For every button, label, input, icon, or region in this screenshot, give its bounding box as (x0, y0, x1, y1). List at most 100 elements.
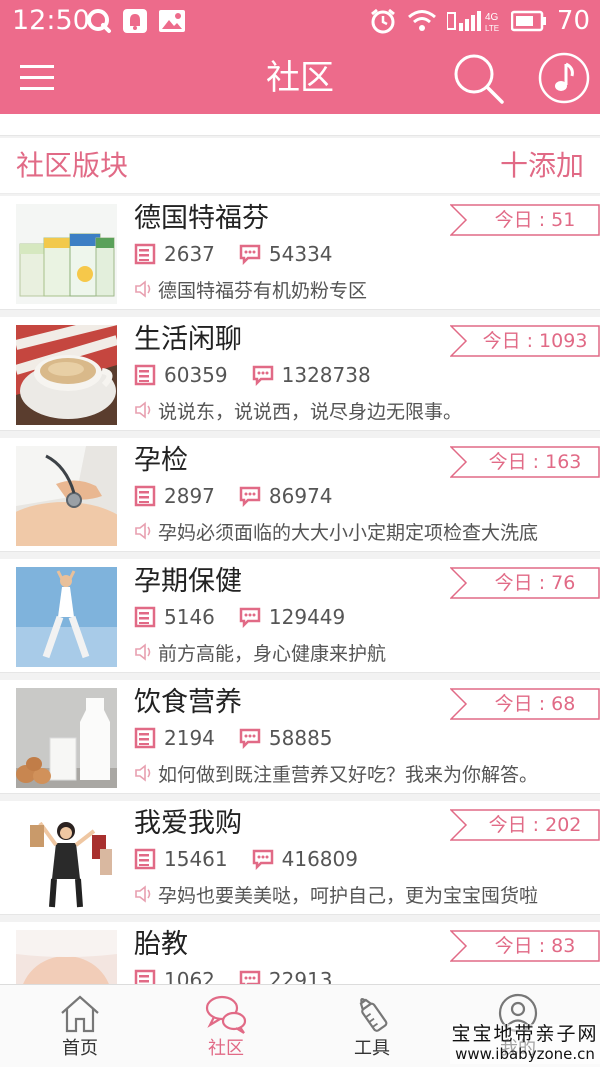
forum-desc-text: 说说东，说说西，说尽身边无限事。 (158, 400, 463, 423)
forum-item-nutrition[interactable]: 饮食营养 2194 58885 如何做到既注重营养又好吃？我来为你解答。 今日 … (0, 680, 600, 794)
speaker-icon (135, 401, 151, 419)
pregnant-belly-image (16, 930, 117, 984)
comments-count: 129449 (268, 605, 346, 629)
search-icon (454, 54, 504, 104)
yoga-woman-image (16, 567, 117, 667)
forum-item-prenatal-check[interactable]: 孕检 2897 86974 孕妈必须面临的大大小小定期定项检查大洗底 今日 : … (0, 438, 600, 552)
today-count: 今日 : 51 (494, 209, 576, 231)
forum-item-tefufen[interactable]: 德国特福芬 2637 54334 德国特福芬有机奶粉专区 今日 : 51 (0, 196, 600, 310)
forum-item-prenatal-education[interactable]: 胎教 1062 22913 今日 : 83 (0, 922, 600, 984)
page-title: 社区 (266, 58, 334, 98)
watermark-url: www.ibabyzone.cn (455, 1045, 595, 1063)
shopping-woman-image (16, 809, 117, 909)
posts-count: 5146 (164, 605, 215, 629)
forum-desc-text: 如何做到既注重营养又好吃？我来为你解答。 (158, 763, 539, 786)
today-badge: 今日 : 83 (450, 930, 600, 962)
today-badge: 今日 : 76 (450, 567, 600, 599)
speaker-icon (135, 643, 151, 661)
forum-thumbnail (16, 567, 117, 667)
comments-count: 58885 (268, 726, 333, 750)
battery-icon (510, 10, 546, 32)
forum-stats: 15461 416809 (134, 845, 382, 873)
wifi-icon (407, 10, 436, 31)
forum-description: 说说东，说说西，说尽身边无限事。 (134, 397, 462, 423)
add-forum-button[interactable]: 十添加 (500, 148, 584, 184)
search-button[interactable] (452, 52, 506, 106)
music-note-icon (538, 52, 590, 104)
forum-stats: 2637 54334 (134, 240, 357, 268)
forum-name: 生活闲聊 (134, 324, 242, 355)
forum-description: 如何做到既注重营养又好吃？我来为你解答。 (134, 760, 538, 786)
today-count: 今日 : 76 (494, 572, 576, 594)
forum-description: 孕妈必须面临的大大小小定期定项检查大洗底 (134, 518, 538, 544)
baby-bottle-icon (359, 998, 388, 1032)
today-badge: 今日 : 163 (450, 446, 600, 478)
speaker-icon (135, 522, 151, 540)
forum-stats: 60359 1328738 (134, 361, 395, 389)
posts-count: 2637 (164, 242, 215, 266)
forum-description: 前方高能，身心健康来护航 (134, 639, 386, 665)
forum-item-life-chat[interactable]: 生活闲聊 60359 1328738 说说东，说说西，说尽身边无限事。 今日 :… (0, 317, 600, 431)
comments-icon (252, 365, 273, 386)
nav-tools-label: 工具 (354, 1038, 390, 1059)
today-badge: 今日 : 68 (450, 688, 600, 720)
notification-icons (86, 8, 186, 34)
forum-name: 孕检 (134, 445, 188, 476)
status-bar: 12:50 4G LTE 70 (0, 0, 600, 42)
section-header: 社区版块 十添加 (0, 138, 600, 194)
image-notification-icon (159, 10, 185, 32)
speaker-icon (135, 885, 151, 903)
today-count: 今日 : 163 (488, 451, 582, 473)
svg-text:4G: 4G (485, 12, 499, 23)
posts-icon (134, 243, 156, 265)
forum-description: 德国特福芬有机奶粉专区 (134, 276, 367, 302)
alarm-icon (370, 8, 395, 34)
forum-stats: 5146 129449 (134, 603, 369, 631)
forum-name: 胎教 (134, 929, 188, 960)
forum-name: 孕期保健 (134, 566, 242, 597)
forum-stats: 2194 58885 (134, 724, 357, 752)
signal-icon: 4G LTE (446, 11, 499, 33)
posts-icon (134, 969, 156, 984)
home-icon (61, 995, 99, 1033)
posts-icon (134, 848, 156, 870)
posts-icon (134, 364, 156, 386)
posts-count: 15461 (164, 847, 228, 871)
posts-icon (134, 606, 156, 628)
today-badge: 今日 : 51 (450, 204, 600, 236)
today-badge: 今日 : 202 (450, 809, 600, 841)
speaker-icon (135, 764, 151, 782)
forum-desc-text: 前方高能，身心健康来护航 (158, 642, 387, 665)
today-count: 今日 : 68 (494, 693, 576, 715)
music-button[interactable] (538, 52, 590, 104)
bell-notification-icon (123, 9, 147, 33)
coffee-cup-image (16, 325, 117, 425)
today-count: 今日 : 1093 (482, 330, 588, 352)
nav-community[interactable]: 社区 (176, 985, 276, 1067)
comments-icon (239, 970, 261, 984)
comments-count: 1328738 (281, 363, 371, 387)
today-badge: 今日 : 1093 (450, 325, 600, 357)
posts-count: 60359 (164, 363, 228, 387)
milk-eggs-image (16, 688, 117, 788)
battery-percent: 70 (556, 6, 590, 36)
forum-desc-text: 孕妈也要美美哒，呵护自己，更为宝宝囤货啦 (158, 884, 539, 907)
forum-stats: 1062 22913 (134, 966, 357, 984)
forum-thumbnail (16, 325, 117, 425)
nav-community-label: 社区 (208, 1038, 244, 1059)
stethoscope-belly-image (16, 446, 117, 546)
chat-notification-icon (87, 9, 111, 33)
forum-thumbnail (16, 446, 117, 546)
comments-count: 54334 (268, 242, 333, 266)
comments-icon (252, 849, 273, 870)
forum-name: 德国特福芬 (134, 203, 269, 234)
banner-strip (0, 114, 600, 136)
comments-count: 22913 (268, 968, 333, 984)
forum-item-shopping[interactable]: 我爱我购 15461 416809 孕妈也要美美哒，呵护自己，更为宝宝囤货啦 今… (0, 801, 600, 915)
forum-item-pregnancy-health[interactable]: 孕期保健 5146 129449 前方高能，身心健康来护航 今日 : 76 (0, 559, 600, 673)
nav-tools[interactable]: 工具 (322, 985, 422, 1067)
forum-thumbnail (16, 809, 117, 909)
app-bar: 社区 (0, 42, 600, 114)
forum-list: 德国特福芬 2637 54334 德国特福芬有机奶粉专区 今日 : 51 生活闲… (0, 196, 600, 984)
nav-home[interactable]: 首页 (30, 985, 130, 1067)
